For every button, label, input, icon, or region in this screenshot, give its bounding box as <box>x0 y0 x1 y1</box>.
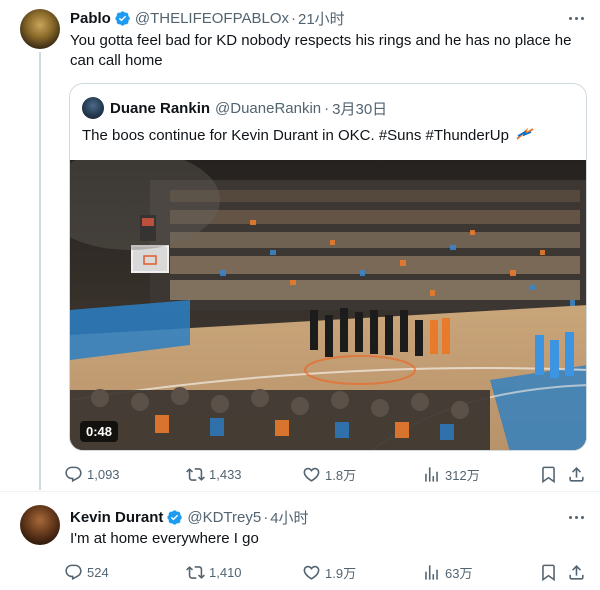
verified-badge-icon <box>167 509 183 525</box>
author-handle[interactable]: @THELIFEOFPABLOx <box>135 10 289 27</box>
repost-button[interactable]: 1,433 <box>186 463 242 485</box>
share-button[interactable] <box>567 561 586 583</box>
reply-icon <box>65 564 82 580</box>
heart-icon <box>303 467 320 482</box>
heart-icon <box>303 565 320 580</box>
quoted-tweet[interactable]: Duane Rankin @DuaneRankin · 3月30日 The bo… <box>69 83 587 451</box>
thread-line <box>39 52 41 490</box>
separator: · <box>263 508 269 526</box>
tweet-text-line: can call home <box>70 52 163 69</box>
share-icon <box>569 466 584 482</box>
repost-icon <box>186 467 205 481</box>
tweet-header: Pablo @THELIFEOFPABLOx · 21小时 <box>70 8 345 28</box>
quote-author-name[interactable]: Duane Rankin <box>110 100 210 117</box>
share-icon <box>569 564 584 580</box>
avatar[interactable] <box>20 9 60 49</box>
quote-timestamp[interactable]: 3月30日 <box>332 98 387 119</box>
timestamp[interactable]: 21小时 <box>298 8 345 29</box>
reply-icon <box>65 466 82 482</box>
quote-author-handle[interactable]: @DuaneRankin <box>215 100 321 117</box>
like-button[interactable]: 1.9万 <box>302 561 356 583</box>
separator: · <box>291 9 296 27</box>
tweet-actions: 1,093 1,433 1.8万 312万 <box>64 463 590 485</box>
quote-avatar[interactable] <box>82 97 104 119</box>
like-button[interactable]: 1.8万 <box>302 463 356 485</box>
author-name[interactable]: Kevin Durant <box>70 509 163 526</box>
views-button[interactable]: 63万 <box>422 561 472 583</box>
reply-button[interactable]: 1,093 <box>64 463 120 485</box>
reply-count: 524 <box>87 564 109 580</box>
author-handle[interactable]: @KDTrey5 <box>187 509 261 526</box>
tweet-actions: 524 1,410 1.9万 63万 <box>64 561 590 583</box>
video-frame-arena <box>70 160 586 450</box>
more-options-icon[interactable] <box>566 8 586 28</box>
like-count: 1.9万 <box>325 565 357 581</box>
video-player[interactable]: 0:48 <box>70 160 586 450</box>
quote-text: The boos continue for Kevin Durant in OK… <box>82 127 509 144</box>
video-duration: 0:48 <box>80 421 119 442</box>
bookmark-icon <box>542 564 555 581</box>
repost-button[interactable]: 1,410 <box>186 561 242 583</box>
quote-text-row: The boos continue for Kevin Durant in OK… <box>82 126 534 146</box>
share-button[interactable] <box>567 463 586 485</box>
timestamp[interactable]: 4小时 <box>270 507 308 528</box>
avatar[interactable] <box>20 505 60 545</box>
verified-badge-icon <box>115 10 130 26</box>
reply-button[interactable]: 524 <box>64 561 109 583</box>
bookmark-icon <box>542 466 555 483</box>
views-count: 63万 <box>445 565 473 581</box>
tweet-text-line: You gotta feel bad for KD nobody respect… <box>70 32 572 49</box>
bookmark-button[interactable] <box>539 561 558 583</box>
separator: · <box>324 99 330 117</box>
like-count: 1.8万 <box>325 467 357 483</box>
repost-count: 1,433 <box>209 466 242 482</box>
more-options-icon[interactable] <box>566 507 586 527</box>
views-chart-icon <box>425 564 438 580</box>
views-button[interactable]: 312万 <box>422 463 480 485</box>
views-count: 312万 <box>445 467 480 483</box>
thunder-hashflag-icon <box>516 127 534 140</box>
tweet-text: I'm at home everywhere I go <box>70 530 259 547</box>
tweet-header: Kevin Durant @KDTrey5 · 4小时 <box>70 507 309 527</box>
quote-header: Duane Rankin @DuaneRankin · 3月30日 <box>110 98 387 118</box>
tweet-pablo[interactable]: Pablo @THELIFEOFPABLOx · 21小时 You gotta … <box>0 0 600 490</box>
reply-count: 1,093 <box>87 466 120 482</box>
bookmark-button[interactable] <box>539 463 558 485</box>
author-name[interactable]: Pablo <box>70 10 111 27</box>
tweet-text: You gotta feel bad for KD nobody respect… <box>70 31 590 71</box>
repost-icon <box>186 565 205 579</box>
repost-count: 1,410 <box>209 564 242 580</box>
views-chart-icon <box>425 466 438 482</box>
